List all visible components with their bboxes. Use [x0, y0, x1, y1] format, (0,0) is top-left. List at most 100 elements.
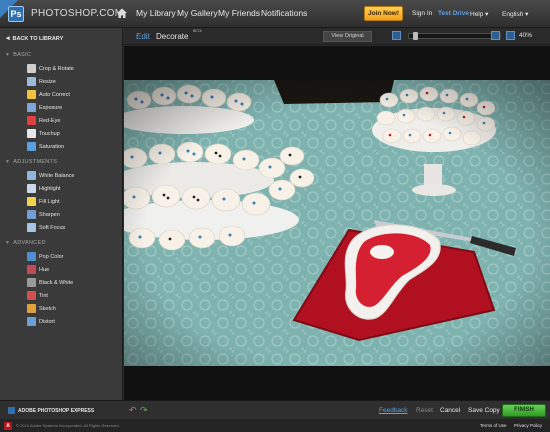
tool-white-balance[interactable]: White Balance [27, 170, 119, 181]
tool-label: Soft Focus [39, 224, 66, 231]
tool-label: Exposure [39, 104, 63, 111]
finish-button[interactable]: FINISH [502, 404, 546, 417]
tool-highlight[interactable]: Highlight [27, 183, 119, 194]
back-to-library-button[interactable]: ◂ BACK TO LIBRARY [6, 34, 63, 42]
tool-label: Black & White [39, 279, 74, 286]
highlight-icon [27, 184, 36, 193]
soft-focus-icon [27, 223, 36, 232]
hand-icon [27, 129, 36, 138]
beta-tag: BETA [193, 29, 202, 33]
mode-decorate-tab[interactable]: Decorate [156, 32, 188, 41]
collapse-triangle-icon: ▼ [5, 159, 11, 165]
tool-label: Hue [39, 266, 50, 273]
editor-action-bar: ADOBE PHOTOSHOP EXPRESS ↶ ↷ Feedback Res… [0, 400, 550, 419]
privacy-link[interactable]: Privacy Policy [514, 423, 542, 428]
tool-tint[interactable]: Tint [27, 290, 119, 301]
collapse-triangle-icon: ▼ [5, 240, 11, 246]
tool-label: Sketch [39, 305, 56, 312]
tool-label: Distort [39, 318, 55, 325]
tool-fill-light[interactable]: Fill Light [27, 196, 119, 207]
tool-exposure[interactable]: Exposure [27, 102, 119, 113]
section-adjustments-title: ADJUSTMENTS [13, 159, 58, 165]
pop-color-icon [27, 252, 36, 261]
back-arrow-icon: ◂ [6, 35, 10, 42]
zoom-slider[interactable] [408, 32, 501, 40]
tool-label: Pop Color [39, 253, 64, 260]
tool-distort[interactable]: Distort [27, 316, 119, 327]
terms-link[interactable]: Terms of Use [480, 423, 507, 428]
top-navigation-bar: Ps PHOTOSHOP.COM My Library My Gallery M… [0, 0, 550, 28]
exposure-icon [27, 103, 36, 112]
tool-touchup[interactable]: Touchup [27, 128, 119, 139]
tool-label: Saturation [39, 143, 65, 150]
tool-label: White Balance [39, 172, 75, 179]
redo-icon[interactable]: ↷ [140, 406, 149, 415]
tool-label: Highlight [39, 185, 61, 192]
undo-icon[interactable]: ↶ [129, 406, 138, 415]
save-copy-button[interactable]: Save Copy [468, 407, 500, 414]
tool-sketch[interactable]: Sketch [27, 303, 119, 314]
bulb-icon [27, 197, 36, 206]
reset-button[interactable]: Reset [416, 407, 433, 414]
view-original-button[interactable]: View Original [323, 31, 372, 42]
brand-name[interactable]: PHOTOSHOP.COM [31, 8, 123, 19]
adobe-logo-icon: A [4, 422, 12, 430]
zoom-in-icon[interactable] [491, 31, 500, 40]
product-name: ADOBE PHOTOSHOP EXPRESS [18, 407, 95, 414]
section-advanced[interactable]: ▼ ADVANCED [5, 240, 46, 246]
tool-label: Auto Correct [39, 91, 70, 98]
edited-photo[interactable] [124, 80, 550, 366]
photoshop-express-editor: Ps PHOTOSHOP.COM My Library My Gallery M… [0, 0, 550, 432]
tint-icon [27, 291, 36, 300]
section-basic[interactable]: ▼ BASIC [5, 52, 31, 58]
tool-label: Red-Eye [39, 117, 61, 124]
tool-sharpen[interactable]: Sharpen [27, 209, 119, 220]
cancel-button[interactable]: Cancel [440, 407, 460, 414]
tool-red-eye[interactable]: Red-Eye [27, 115, 119, 126]
nav-my-library[interactable]: My Library [136, 8, 176, 18]
section-basic-title: BASIC [13, 52, 32, 58]
fit-screen-icon[interactable] [392, 31, 401, 40]
feedback-link[interactable]: Feedback [379, 407, 408, 414]
photoshop-logo-icon[interactable]: Ps [8, 6, 24, 22]
adobe-express-icon [8, 407, 15, 414]
tool-resize[interactable]: Resize [27, 76, 119, 87]
tool-crop-rotate[interactable]: Crop & Rotate [27, 63, 119, 74]
white-balance-icon [27, 171, 36, 180]
tool-hue[interactable]: Hue [27, 264, 119, 275]
tool-saturation[interactable]: Saturation [27, 141, 119, 152]
tool-auto-correct[interactable]: Auto Correct [27, 89, 119, 100]
copyright-text: © 2010 Adobe Systems Incorporated. All R… [16, 423, 120, 428]
tool-black-white[interactable]: Black & White [27, 277, 119, 288]
nav-my-gallery[interactable]: My Gallery [177, 8, 218, 18]
nav-my-friends[interactable]: My Friends [218, 8, 260, 18]
pencil-icon [27, 304, 36, 313]
zoom-slider-thumb[interactable] [413, 32, 418, 40]
product-logo: ADOBE PHOTOSHOP EXPRESS [8, 407, 94, 414]
tool-label: Crop & Rotate [39, 65, 74, 72]
section-advanced-title: ADVANCED [13, 240, 46, 246]
mode-edit-tab[interactable]: Edit [136, 32, 150, 41]
page-footer: A © 2010 Adobe Systems Incorporated. All… [0, 419, 550, 432]
tool-label: Resize [39, 78, 56, 85]
tool-label: Sharpen [39, 211, 60, 218]
image-canvas[interactable] [124, 46, 550, 400]
collapse-triangle-icon: ▼ [5, 52, 11, 58]
nav-notifications[interactable]: Notifications [261, 8, 307, 18]
join-now-button[interactable]: Join Now! [364, 6, 403, 21]
editor-toolbar: Edit Decorate BETA View Original 40% [124, 28, 550, 45]
tool-soft-focus[interactable]: Soft Focus [27, 222, 119, 233]
actual-size-icon[interactable] [506, 31, 515, 40]
language-menu[interactable]: English ▾ [502, 10, 528, 18]
tool-pop-color[interactable]: Pop Color [27, 251, 119, 262]
sign-in-link[interactable]: Sign In [412, 10, 432, 17]
zoom-percentage: 40% [519, 32, 533, 39]
test-drive-link[interactable]: Test Drive [438, 10, 469, 17]
section-adjustments[interactable]: ▼ ADJUSTMENTS [5, 159, 57, 165]
eye-icon [27, 116, 36, 125]
resize-icon [27, 77, 36, 86]
tool-label: Fill Light [39, 198, 60, 205]
help-menu[interactable]: Help ▾ [470, 10, 488, 18]
home-icon[interactable] [116, 7, 128, 19]
saturation-icon [27, 142, 36, 151]
